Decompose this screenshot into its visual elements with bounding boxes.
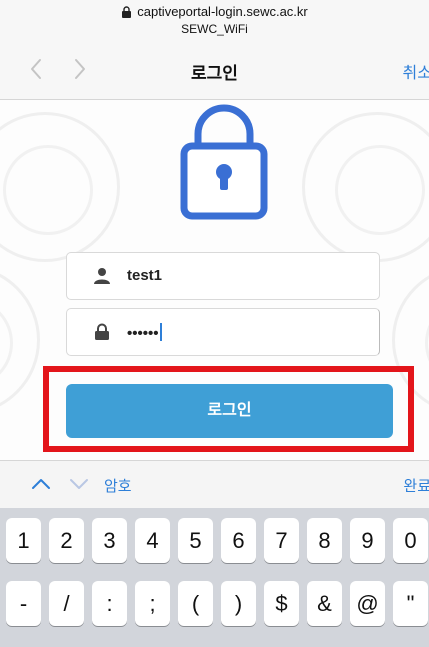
key-5[interactable]: 5 [178, 518, 213, 563]
key-9[interactable]: 9 [350, 518, 385, 563]
key-ampersand[interactable]: & [307, 581, 342, 626]
login-button[interactable]: 로그인 [66, 384, 393, 438]
key-dollar[interactable]: $ [264, 581, 299, 626]
padlock-icon [95, 323, 109, 340]
login-page-content: test1 •••••• 로그인 [0, 100, 429, 460]
keyboard: 1 2 3 4 5 6 7 8 9 0 - / : ; ( ) $ & @ " [0, 508, 429, 647]
key-0[interactable]: 0 [393, 518, 428, 563]
key-close-paren[interactable]: ) [221, 581, 256, 626]
chevron-down-icon[interactable] [68, 473, 90, 495]
chevron-up-icon[interactable] [30, 473, 52, 495]
key-semicolon[interactable]: ; [135, 581, 170, 626]
key-colon[interactable]: : [92, 581, 127, 626]
cancel-button[interactable]: 취소 [403, 59, 429, 83]
navigation-row: 로그인 취소 [0, 54, 429, 86]
watermark-seal-lower-left [0, 265, 40, 415]
url-text: captiveportal-login.sewc.ac.kr [137, 4, 308, 19]
key-3[interactable]: 3 [92, 518, 127, 563]
key-open-paren[interactable]: ( [178, 581, 213, 626]
network-name: SEWC_WiFi [181, 22, 248, 36]
url-display[interactable]: captiveportal-login.sewc.ac.kr [0, 4, 429, 19]
key-at[interactable]: @ [350, 581, 385, 626]
key-quote[interactable]: " [393, 581, 428, 626]
watermark-seal-right [302, 112, 429, 262]
key-4[interactable]: 4 [135, 518, 170, 563]
key-6[interactable]: 6 [221, 518, 256, 563]
key-1[interactable]: 1 [6, 518, 41, 563]
username-field[interactable]: test1 [66, 252, 380, 300]
keyboard-accessory-bar: 암호 완료 [0, 460, 429, 508]
password-field[interactable]: •••••• [66, 308, 380, 356]
page-title: 로그인 [191, 64, 238, 83]
password-value: •••••• [127, 323, 162, 342]
browser-top-bar: captiveportal-login.sewc.ac.kr SEWC_WiFi… [0, 0, 429, 100]
done-button[interactable]: 완료 [403, 475, 429, 496]
watermark-seal-left [0, 112, 120, 262]
key-2[interactable]: 2 [49, 518, 84, 563]
password-autofill-button[interactable]: 암호 [104, 475, 132, 496]
text-caret [159, 323, 162, 341]
secure-lock-icon [122, 5, 132, 18]
key-slash[interactable]: / [49, 581, 84, 626]
lock-icon [180, 104, 268, 220]
key-8[interactable]: 8 [307, 518, 342, 563]
key-hyphen[interactable]: - [6, 581, 41, 626]
username-value: test1 [127, 267, 163, 284]
password-dots: •••••• [127, 325, 159, 342]
key-7[interactable]: 7 [264, 518, 299, 563]
user-icon [94, 268, 110, 284]
